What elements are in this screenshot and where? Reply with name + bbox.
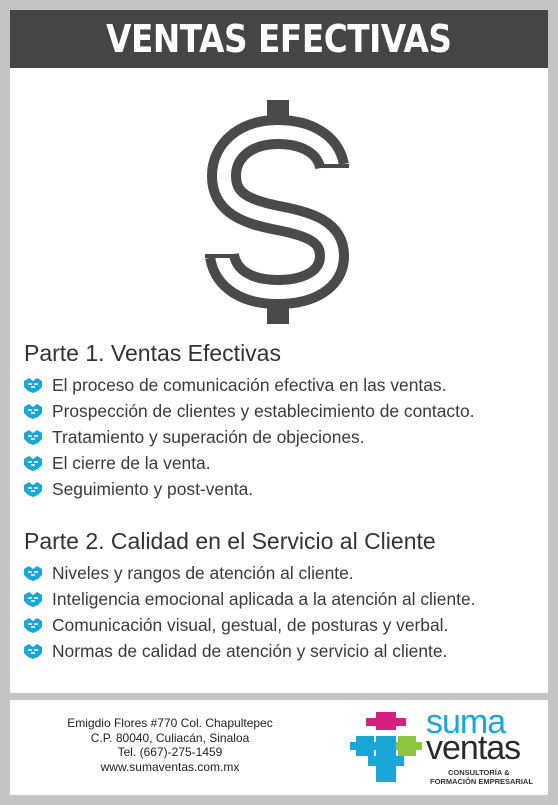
list-item-text: Comunicación visual, gestual, de postura…	[52, 614, 449, 635]
list-item-text: Seguimiento y post-venta.	[52, 478, 254, 499]
list-item: Niveles y rangos de atención al cliente.	[22, 560, 475, 586]
logo-cross-icon	[350, 712, 422, 782]
section-title-part1: Parte 1. Ventas Efectivas	[24, 340, 281, 366]
logo-word-ventas: ventas	[426, 729, 521, 767]
handshake-icon	[22, 641, 44, 661]
address-line: C.P. 80040, Culiacán, Sinaloa	[90, 730, 250, 745]
list-item: Inteligencia emocional aplicada a la ate…	[22, 586, 475, 612]
phone-line: Tel. (667)-275-1459	[117, 745, 223, 759]
handshake-icon	[22, 375, 44, 395]
list-item: Seguimiento y post-venta.	[22, 476, 474, 502]
dollar-sign-icon	[198, 96, 358, 328]
part1-list: El proceso de comunicación efectiva en l…	[22, 372, 474, 502]
logo-tagline: CONSULTORÍA &	[448, 768, 510, 777]
list-item: Prospección de clientes y establecimient…	[22, 398, 474, 424]
logo-tagline: FORMACIÓN EMPRESARIAL	[430, 777, 533, 786]
contact-address: Emigdio Flores #770 Col. Chapultepec C.P…	[60, 716, 280, 774]
list-item: El proceso de comunicación efectiva en l…	[22, 372, 474, 398]
header-banner: VENTAS EFECTIVAS	[10, 10, 548, 68]
list-item-text: Niveles y rangos de atención al cliente.	[52, 562, 354, 583]
list-item-text: El proceso de comunicación efectiva en l…	[52, 374, 447, 395]
list-item-text: Prospección de clientes y establecimient…	[52, 400, 475, 421]
list-item: Comunicación visual, gestual, de postura…	[22, 612, 475, 638]
content-panel: Parte 1. Ventas Efectivas El proceso de …	[10, 68, 548, 693]
handshake-icon	[22, 427, 44, 447]
handshake-icon	[22, 401, 44, 421]
handshake-icon	[22, 589, 44, 609]
list-item-text: Tratamiento y superación de objeciones.	[52, 426, 365, 447]
suma-ventas-logo: suma ventas CONSULTORÍA & FORMACIÓN EMPR…	[350, 704, 540, 788]
list-item: El cierre de la venta.	[22, 450, 474, 476]
list-item: Tratamiento y superación de objeciones.	[22, 424, 474, 450]
handshake-icon	[22, 479, 44, 499]
list-item-text: Normas de calidad de atención y servicio…	[52, 640, 448, 661]
list-item-text: Inteligencia emocional aplicada a la ate…	[52, 588, 476, 609]
website-link[interactable]: www.sumaventas.com.mx	[60, 760, 280, 775]
handshake-icon	[22, 453, 44, 473]
handshake-icon	[22, 563, 44, 583]
page-frame: VENTAS EFECTIVAS Parte 1. Ventas Efectiv	[0, 0, 558, 805]
footer: Emigdio Flores #770 Col. Chapultepec C.P…	[10, 700, 548, 795]
list-item: Normas de calidad de atención y servicio…	[22, 638, 475, 664]
page-title: VENTAS EFECTIVAS	[106, 17, 452, 61]
list-item-text: El cierre de la venta.	[52, 452, 211, 473]
part2-list: Niveles y rangos de atención al cliente.…	[22, 560, 475, 664]
section-title-part2: Parte 2. Calidad en el Servicio al Clien…	[24, 528, 436, 554]
address-line: Emigdio Flores #770 Col. Chapultepec	[67, 716, 273, 730]
handshake-icon	[22, 615, 44, 635]
